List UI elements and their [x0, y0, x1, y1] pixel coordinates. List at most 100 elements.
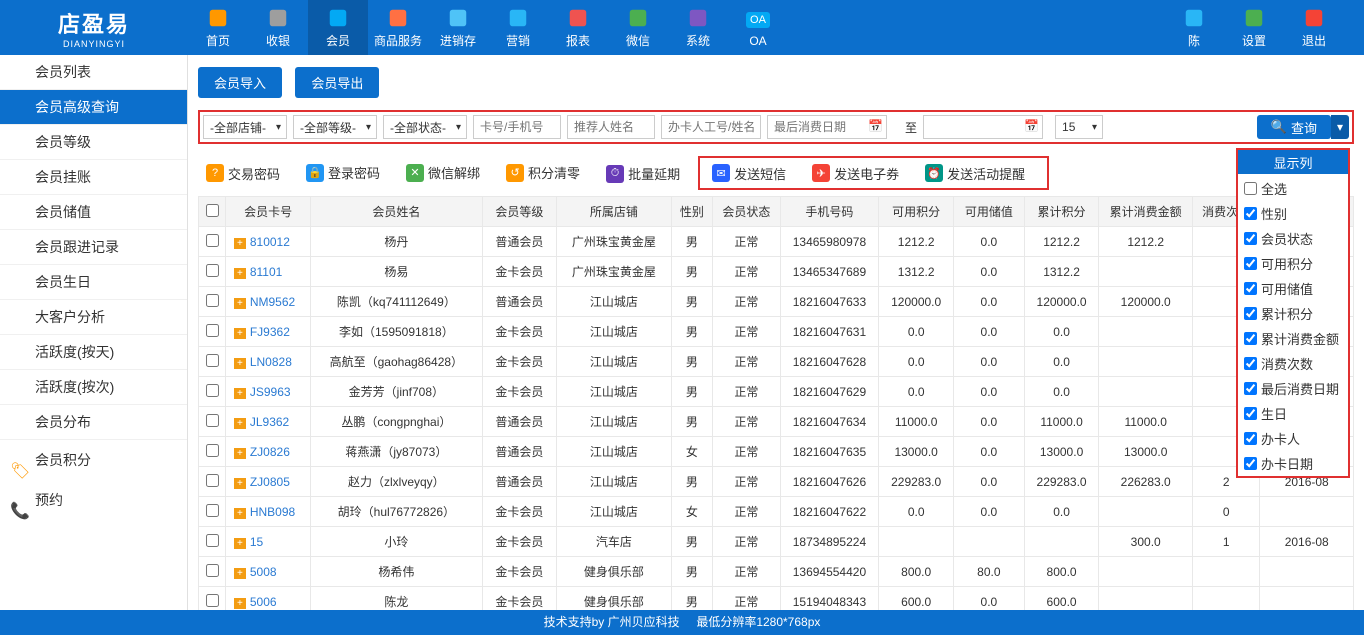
filter-card-input[interactable] [473, 115, 561, 139]
display-option[interactable]: 全选 [1238, 176, 1348, 201]
expand-icon[interactable]: + [234, 328, 246, 339]
sidebar-item[interactable]: 会员挂账 [0, 160, 187, 195]
cell-card-id[interactable]: +5008 [226, 557, 311, 587]
sidebar-item[interactable]: 活跃度(按次) [0, 370, 187, 405]
cell-card-id[interactable]: +ZJ0805 [226, 467, 311, 497]
nav-marketing[interactable]: 营销 [488, 0, 548, 55]
display-option-checkbox[interactable] [1244, 257, 1257, 270]
header-exit[interactable]: 退出 [1284, 0, 1344, 55]
cell-card-id[interactable]: +5006 [226, 587, 311, 611]
row-checkbox[interactable] [206, 594, 219, 607]
sidebar-item[interactable]: 大客户分析 [0, 300, 187, 335]
cell-card-id[interactable]: +81101 [226, 257, 311, 287]
th[interactable]: 会员等级 [482, 197, 557, 227]
sidebar-item[interactable]: 会员等级 [0, 125, 187, 160]
cell-card-id[interactable]: +810012 [226, 227, 311, 257]
th[interactable]: 可用储值 [954, 197, 1025, 227]
filter-level[interactable]: -全部等级- [293, 115, 377, 139]
cell-card-id[interactable]: +FJ9362 [226, 317, 311, 347]
export-button[interactable]: 会员导出 [295, 67, 379, 98]
nav-goods[interactable]: 商品服务 [368, 0, 428, 55]
action-发送活动提醒[interactable]: ⏰发送活动提醒 [917, 160, 1033, 186]
th[interactable]: 所属店铺 [557, 197, 671, 227]
cell-card-id[interactable]: +15 [226, 527, 311, 557]
row-checkbox[interactable] [206, 534, 219, 547]
cell-card-id[interactable]: +HNB098 [226, 497, 311, 527]
row-checkbox[interactable] [206, 234, 219, 247]
import-button[interactable]: 会员导入 [198, 67, 282, 98]
display-option[interactable]: 累计积分 [1238, 301, 1348, 326]
action-发送电子券[interactable]: ✈发送电子券 [804, 160, 907, 186]
expand-icon[interactable]: + [234, 538, 246, 549]
sidebar-item[interactable]: 会员跟进记录 [0, 230, 187, 265]
filter-staff-input[interactable] [661, 115, 761, 139]
th[interactable]: 会员卡号 [226, 197, 311, 227]
th[interactable]: 可用积分 [879, 197, 954, 227]
sidebar-group[interactable]: 📞预约 [0, 480, 187, 520]
row-checkbox[interactable] [206, 384, 219, 397]
display-option[interactable]: 可用储值 [1238, 276, 1348, 301]
display-option-checkbox[interactable] [1244, 357, 1257, 370]
row-checkbox[interactable] [206, 444, 219, 457]
row-checkbox[interactable] [206, 294, 219, 307]
display-option-checkbox[interactable] [1244, 407, 1257, 420]
nav-cashier[interactable]: 收银 [248, 0, 308, 55]
query-button[interactable]: 🔍查询 [1257, 115, 1331, 139]
display-option[interactable]: 最后消费日期 [1238, 376, 1348, 401]
display-option[interactable]: 生日 [1238, 401, 1348, 426]
nav-report[interactable]: 报表 [548, 0, 608, 55]
action-批量延期[interactable]: ⏱批量延期 [598, 161, 688, 187]
select-all-checkbox[interactable] [206, 204, 219, 217]
header-user[interactable]: 陈 [1164, 0, 1224, 55]
th[interactable]: 会员姓名 [311, 197, 482, 227]
th[interactable]: 累计消费金额 [1099, 197, 1192, 227]
display-columns-button[interactable]: 显示列 [1238, 150, 1348, 174]
sidebar-item[interactable]: 会员高级查询 [0, 90, 187, 125]
expand-icon[interactable]: + [234, 298, 246, 309]
nav-stock[interactable]: 进销存 [428, 0, 488, 55]
filter-referrer-input[interactable] [567, 115, 655, 139]
display-option-checkbox[interactable] [1244, 207, 1257, 220]
filter-status[interactable]: -全部状态- [383, 115, 467, 139]
action-发送短信[interactable]: ✉发送短信 [704, 160, 794, 186]
cell-card-id[interactable]: +LN0828 [226, 347, 311, 377]
action-登录密码[interactable]: 🔒登录密码 [298, 160, 388, 186]
nav-member[interactable]: 会员 [308, 0, 368, 55]
expand-icon[interactable]: + [234, 358, 246, 369]
display-option-checkbox[interactable] [1244, 332, 1257, 345]
row-checkbox[interactable] [206, 264, 219, 277]
expand-icon[interactable]: + [234, 238, 246, 249]
row-checkbox[interactable] [206, 504, 219, 517]
sidebar-item[interactable]: 会员储值 [0, 195, 187, 230]
display-option-checkbox[interactable] [1244, 282, 1257, 295]
display-option[interactable]: 消费次数 [1238, 351, 1348, 376]
display-option[interactable]: 会员状态 [1238, 226, 1348, 251]
sidebar-item[interactable]: 会员生日 [0, 265, 187, 300]
sidebar-item[interactable]: 会员分布 [0, 405, 187, 440]
action-微信解绑[interactable]: ✕微信解绑 [398, 160, 488, 186]
display-option[interactable]: 性别 [1238, 201, 1348, 226]
expand-icon[interactable]: + [234, 508, 246, 519]
expand-icon[interactable]: + [234, 268, 246, 279]
row-checkbox[interactable] [206, 324, 219, 337]
th[interactable]: 会员状态 [713, 197, 781, 227]
expand-icon[interactable]: + [234, 388, 246, 399]
query-dropdown[interactable]: ▾ [1331, 115, 1349, 139]
expand-icon[interactable]: + [234, 418, 246, 429]
display-option[interactable]: 可用积分 [1238, 251, 1348, 276]
nav-wechat[interactable]: 微信 [608, 0, 668, 55]
nav-home[interactable]: 首页 [188, 0, 248, 55]
nav-oa[interactable]: OAOA [728, 0, 788, 55]
row-checkbox[interactable] [206, 414, 219, 427]
cell-card-id[interactable]: +ZJ0826 [226, 437, 311, 467]
th[interactable]: 手机号码 [780, 197, 879, 227]
display-option-checkbox[interactable] [1244, 307, 1257, 320]
expand-icon[interactable]: + [234, 478, 246, 489]
row-checkbox[interactable] [206, 354, 219, 367]
cell-card-id[interactable]: +JS9963 [226, 377, 311, 407]
display-option[interactable]: 累计消费金额 [1238, 326, 1348, 351]
sidebar-item[interactable]: 会员列表 [0, 55, 187, 90]
display-option-checkbox[interactable] [1244, 382, 1257, 395]
th[interactable]: 性别 [671, 197, 713, 227]
action-交易密码[interactable]: ?交易密码 [198, 160, 288, 186]
